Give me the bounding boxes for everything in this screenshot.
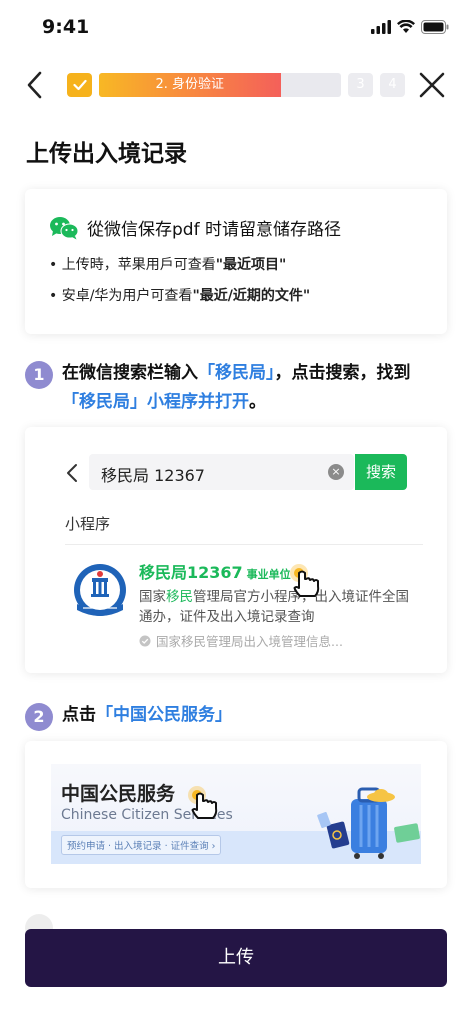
tap-hand-icon: [290, 564, 320, 597]
search-input-demo: 移民局 12367 ×: [89, 454, 354, 490]
status-bar: 9:41: [0, 0, 473, 56]
progress-bar: 2. 身份验证: [99, 73, 341, 97]
step-4-indicator: 4: [380, 73, 405, 97]
step-1-text: 在微信搜索栏输入「移民局」，点击搜索，找到「移民局」小程序并打开。: [62, 359, 442, 417]
mini-program-name: 移民局12367 事业单位: [139, 559, 291, 583]
mini-program-description: 国家移民管理局官方小程序，出入境证件全国通办，证件及出入境记录查询: [139, 587, 409, 627]
search-button-demo: 搜索: [355, 454, 407, 490]
mini-program-source: 国家移民管理局出入境管理信息...: [139, 631, 343, 650]
step-1-text-a: 在微信搜索栏输入: [62, 363, 198, 383]
divider: [65, 544, 423, 545]
chevron-left-icon: [27, 71, 42, 99]
wechat-icon: [50, 216, 79, 239]
close-button[interactable]: [417, 70, 447, 100]
status-icons: [371, 20, 449, 34]
step-2-instruction: 2 点击「中国公民服务」: [25, 701, 442, 731]
mini-program-title: 移民局12367: [139, 563, 243, 582]
luggage-illustration: [317, 787, 420, 859]
step-1-text-c: 。: [249, 392, 266, 412]
close-icon: [419, 72, 445, 98]
banner-title: 中国公民服务: [61, 783, 176, 805]
page-title: 上传出入境记录: [26, 141, 187, 167]
tip-line-android-bold: "最近/近期的文件": [192, 288, 311, 304]
tip-line-android-text: • 安卓/华为用户可查看: [49, 288, 193, 304]
search-query: 移民局 12367: [101, 466, 205, 485]
signal-icon: [371, 20, 391, 34]
mini-program-tag: 事业单位: [246, 568, 291, 581]
top-nav: 2. 身份验证 3 4: [0, 66, 473, 106]
storage-tip-card: 從微信保存pdf 时请留意储存路径 • 上传時，苹果用戶可查看"最近项目" • …: [25, 189, 447, 334]
progress-label: 2. 身份验证: [155, 77, 225, 92]
search-demo-card: 移民局 12367 × 搜索 小程序 移民局12367 事业单位 国家移民管理局官…: [25, 427, 447, 673]
step-1-highlight-b: 「移民局」小程序并打开: [62, 392, 249, 412]
step-2-highlight: 「中国公民服务」: [96, 705, 232, 725]
back-button[interactable]: [20, 68, 50, 102]
tap-hand-icon: [188, 786, 218, 819]
source-text: 国家移民管理局出入境管理信息...: [156, 634, 343, 649]
mini-program-section-label: 小程序: [65, 515, 111, 533]
desc-highlight: 移民: [166, 589, 193, 605]
tip-line-android: • 安卓/华为用户可查看"最近/近期的文件": [49, 285, 310, 305]
upload-button[interactable]: 上传: [25, 929, 447, 987]
tip-line-apple: • 上传時，苹果用戶可查看"最近项目": [49, 254, 286, 274]
step-1-highlight-a: 「移民局」: [198, 363, 275, 383]
step-1-text-b: ，点击搜索，找到: [274, 363, 411, 383]
step-1-badge: 1: [25, 361, 53, 389]
verified-icon: [139, 635, 151, 646]
citizen-services-card: 中国公民服务 Chinese Citizen Services 预约申请 · 出…: [25, 741, 447, 888]
tip-line-apple-text: • 上传時，苹果用戶可查看: [49, 257, 216, 273]
step-2-text: 点击「中国公民服务」: [62, 701, 442, 730]
tip-line-apple-bold: "最近项目": [215, 257, 287, 273]
tip-heading: 從微信保存pdf 时请留意储存路径: [87, 220, 341, 240]
checkmark-icon: [72, 79, 87, 91]
desc-part-a: 国家: [139, 589, 166, 605]
status-time: 9:41: [42, 16, 90, 38]
clear-icon: ×: [328, 464, 344, 480]
step-1-instruction: 1 在微信搜索栏输入「移民局」，点击搜索，找到「移民局」小程序并打开。: [25, 359, 442, 417]
chevron-left-icon: [67, 464, 77, 482]
battery-icon: [421, 20, 449, 34]
immigration-logo-icon: [74, 564, 126, 616]
tip-heading-row: 從微信保存pdf 时请留意储存路径: [49, 215, 341, 240]
step-3-indicator: 3: [348, 73, 373, 97]
banner-services-link: 预约申请 · 出入境记录 · 证件查询 ›: [61, 835, 222, 855]
step-2-text-a: 点击: [62, 705, 96, 725]
step-1-complete: [67, 73, 92, 97]
step-2-badge: 2: [25, 703, 53, 731]
wifi-icon: [397, 20, 415, 33]
